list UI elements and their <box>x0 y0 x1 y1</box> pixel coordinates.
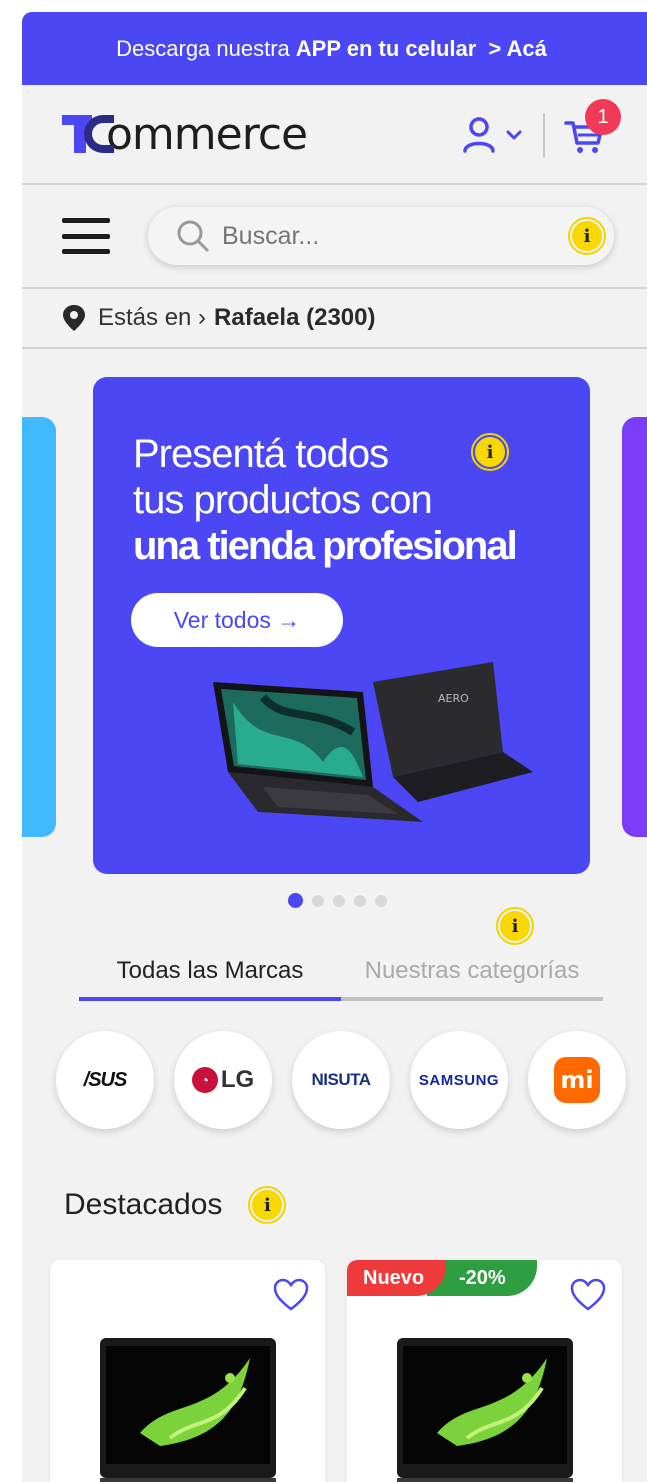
search-bar: i <box>148 207 614 265</box>
search-row: i <box>22 185 647 289</box>
brand-xiaomi-logo: mi <box>554 1057 600 1103</box>
location-city: Rafaela (2300) <box>214 304 376 331</box>
promo-bar[interactable]: Descarga nuestra APP en tu celular > Acá <box>22 12 647 85</box>
see-all-button[interactable]: Ver todos → <box>131 593 343 647</box>
featured-title: Destacados <box>64 1188 223 1221</box>
brand-asus[interactable]: /SUS <box>56 1031 154 1129</box>
location-pin-icon <box>63 305 85 331</box>
promo-prefix: Descarga nuestra <box>116 35 290 61</box>
pagination-dot[interactable] <box>375 895 387 907</box>
logo-mark <box>62 113 114 155</box>
brand-list: /SUS ◔ LG NISUTA SAMSUNG mi <box>56 1031 626 1129</box>
banner-line-1: Presentá todos <box>133 432 389 476</box>
search-icon[interactable] <box>176 219 210 253</box>
brand-lg[interactable]: ◔ LG <box>174 1031 272 1129</box>
header: ommerce 1 <box>22 85 647 185</box>
brand-xiaomi[interactable]: mi <box>528 1031 626 1129</box>
divider <box>543 113 545 157</box>
pagination-dot[interactable] <box>354 895 366 907</box>
banner-slide-prev[interactable] <box>22 417 56 837</box>
carousel-pagination <box>22 893 647 908</box>
pagination-dot[interactable] <box>333 895 345 907</box>
tab-brands[interactable]: Todas las Marcas <box>79 957 341 1001</box>
promo-link[interactable]: > Acá <box>488 36 547 62</box>
brand-asus-logo: /SUS <box>83 1068 128 1091</box>
app-frame: Descarga nuestra APP en tu celular > Acá… <box>22 12 647 1482</box>
product-card[interactable]: Nuevo -20% <box>347 1260 622 1482</box>
banner-headline: Presentá todos tus productos con una tie… <box>133 431 518 569</box>
info-icon[interactable]: i <box>471 433 509 471</box>
brand-samsung[interactable]: SAMSUNG <box>410 1031 508 1129</box>
promo-bold: APP en tu celular <box>295 35 477 61</box>
user-icon[interactable] <box>457 113 501 157</box>
banner-slide-next[interactable] <box>622 417 647 837</box>
product-image <box>100 1338 276 1482</box>
featured-section-title: Destacados i <box>64 1186 287 1224</box>
laptop-brand-text: AERO <box>438 692 469 705</box>
info-icon[interactable]: i <box>248 1186 287 1224</box>
location-bar[interactable]: Estás en › Rafaela (2300) <box>22 289 647 349</box>
search-input[interactable] <box>222 221 568 251</box>
chevron-down-icon[interactable] <box>503 124 525 146</box>
cart-count-badge: 1 <box>585 99 621 135</box>
banner-line-2: tus productos con <box>133 478 433 522</box>
badge-new: Nuevo <box>347 1260 447 1296</box>
banner-line-3: una tienda profesional <box>133 524 518 568</box>
brand-samsung-logo: SAMSUNG <box>418 1071 500 1089</box>
banner-carousel[interactable]: Presentá todos tus productos con una tie… <box>22 377 647 877</box>
banner-slide[interactable]: Presentá todos tus productos con una tie… <box>93 377 590 874</box>
product-image <box>397 1338 573 1482</box>
pagination-dot[interactable] <box>288 893 303 908</box>
brand-lg-logo: ◔ LG <box>191 1066 254 1094</box>
menu-icon[interactable] <box>62 218 110 254</box>
info-icon[interactable]: i <box>568 217 606 255</box>
favorite-heart-icon[interactable] <box>273 1278 309 1312</box>
favorite-heart-icon[interactable] <box>570 1278 606 1312</box>
pagination-dot[interactable] <box>312 895 324 907</box>
info-icon[interactable]: i <box>496 907 534 945</box>
tab-categories[interactable]: Nuestras categorías <box>341 957 603 1001</box>
brand-nisuta[interactable]: NISUTA <box>292 1031 390 1129</box>
brand-nisuta-logo: NISUTA <box>311 1070 371 1089</box>
location-label: Estás en › <box>98 304 207 331</box>
cart-button[interactable]: 1 <box>563 99 621 157</box>
product-card[interactable] <box>50 1260 325 1482</box>
logo[interactable]: ommerce <box>62 109 308 160</box>
logo-text: ommerce <box>106 109 308 160</box>
product-list: Nuevo -20% <box>50 1260 622 1482</box>
laptop-image: AERO <box>213 662 533 830</box>
tabs: Todas las Marcas Nuestras categorías <box>79 957 603 1001</box>
